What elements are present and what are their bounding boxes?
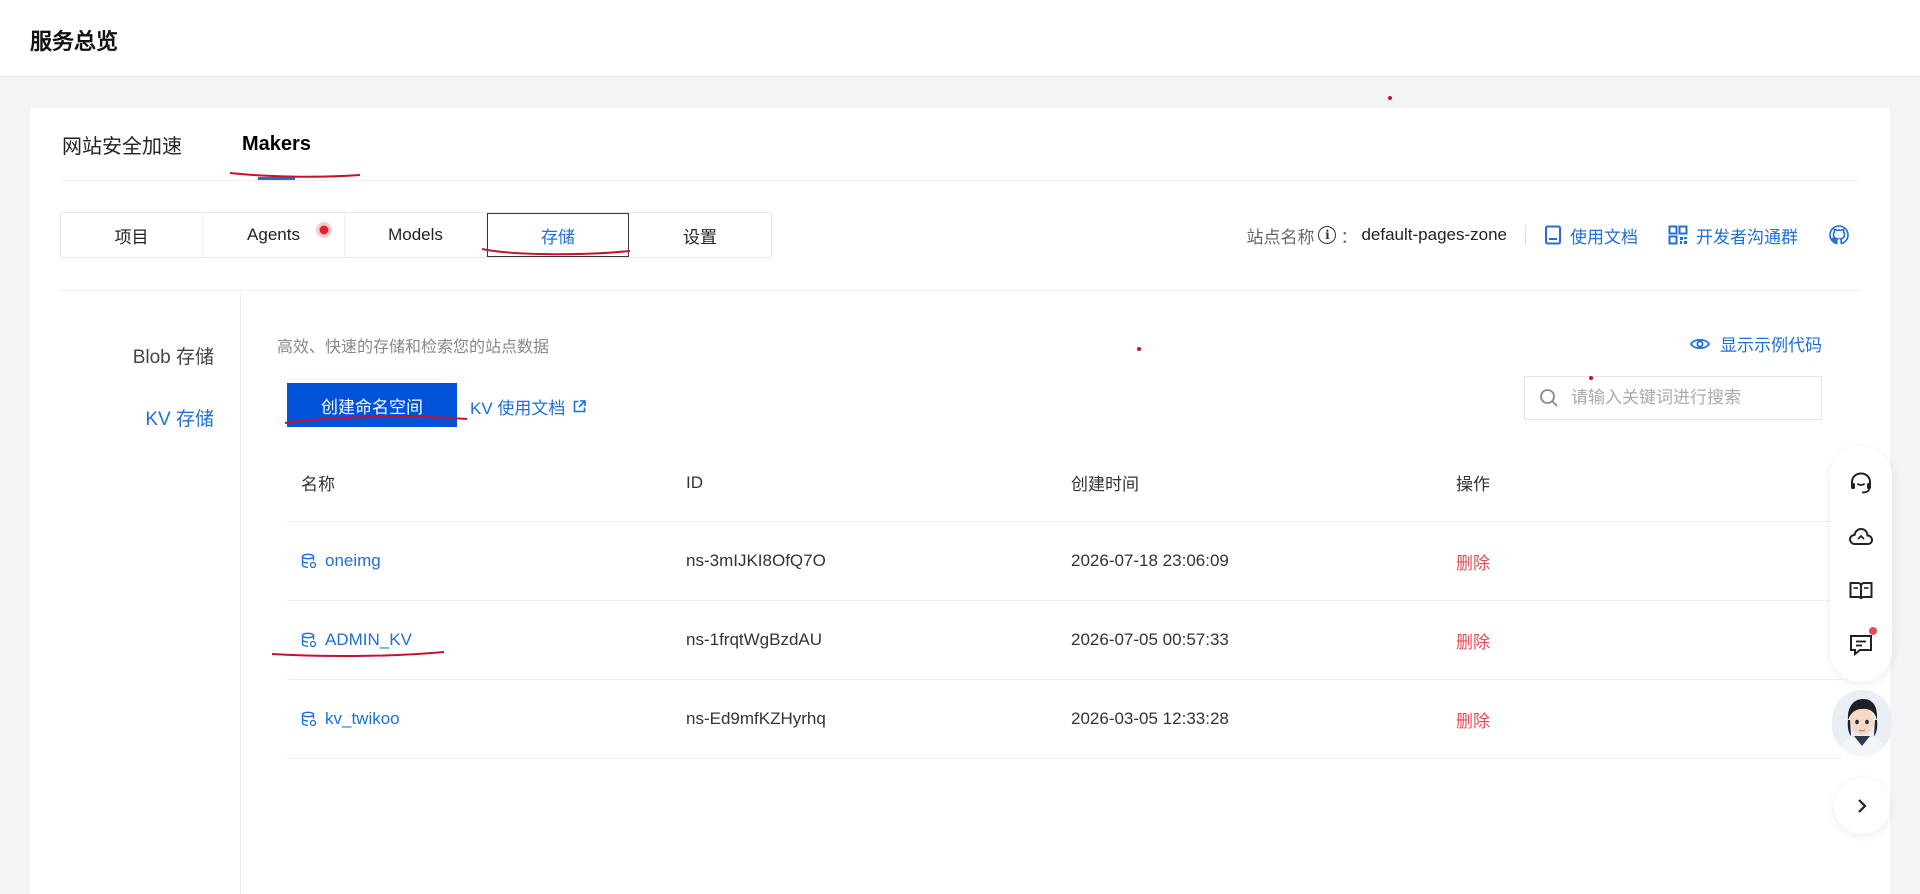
name-cell: kv_twikoo — [287, 709, 672, 729]
actions-cell: 删除 — [1442, 549, 1842, 574]
notification-dot — [1869, 627, 1877, 635]
chevron-right-icon — [1858, 799, 1867, 813]
header-id: ID — [686, 472, 703, 492]
created-time: 2026-03-05 12:33:28 — [1071, 709, 1229, 728]
customer-service-button[interactable] — [1841, 463, 1881, 503]
delete-link[interactable]: 删除 — [1456, 633, 1490, 652]
sidebar-divider — [240, 291, 241, 894]
message-icon — [1850, 635, 1872, 657]
main-card: 网站安全加速 Makers 项目 Agents Models 存储 设置 站点名… — [30, 108, 1890, 894]
create-namespace-button[interactable]: 创建命名空间 — [287, 383, 457, 427]
header-name: 名称 — [301, 475, 335, 494]
show-code-label: 显示示例代码 — [1720, 336, 1822, 355]
header-actions: 操作 — [1456, 475, 1490, 494]
namespace-id: ns-Ed9mfKZHyrhq — [686, 709, 826, 728]
toolbar-right: 站点名称 i ： default-pages-zone 使用文档 开发者沟通群 — [1246, 212, 1850, 258]
top-bar: 服务总览 — [0, 0, 1920, 77]
namespace-table: 名称 ID 创建时间 操作 oneimg ns-3mIJKI8OfQ7O 202… — [287, 444, 1842, 759]
dev-group-label: 开发者沟通群 — [1696, 227, 1798, 247]
delete-link[interactable]: 删除 — [1456, 712, 1490, 731]
name-cell: oneimg — [287, 551, 672, 571]
subtab-models[interactable]: Models — [345, 213, 487, 257]
tab-website-security[interactable]: 网站安全加速 — [62, 108, 182, 180]
sub-tabs: 项目 Agents Models 存储 设置 — [60, 212, 772, 258]
headset-icon — [1851, 472, 1871, 494]
namespace-link[interactable]: kv_twikoo — [301, 709, 400, 729]
kv-content: 高效、快速的存储和检索您的站点数据 显示示例代码 创建命名空间 KV 使用文档 … — [277, 291, 1857, 891]
cloud-icon — [1848, 527, 1874, 545]
actions-cell: 删除 — [1442, 628, 1842, 653]
database-icon — [301, 711, 317, 727]
zone-label: 站点名称 — [1246, 227, 1315, 247]
delete-link[interactable]: 删除 — [1456, 554, 1490, 573]
zone-value: default-pages-zone — [1361, 225, 1507, 244]
expand-button[interactable] — [1834, 778, 1890, 834]
table-header: 名称 ID 创建时间 操作 — [287, 444, 1842, 522]
database-icon — [301, 632, 317, 648]
table-row: kv_twikoo ns-Ed9mfKZHyrhq 2026-03-05 12:… — [287, 680, 1842, 759]
annotation-dot — [1388, 96, 1392, 100]
table-row: ADMIN_KV ns-1frqtWgBzdAU 2026-07-05 00:5… — [287, 601, 1842, 680]
search-box — [1524, 376, 1822, 420]
toolbar-separator — [1525, 225, 1526, 245]
tabs-divider — [60, 180, 1860, 181]
cloud-button[interactable] — [1841, 517, 1881, 557]
namespace-link[interactable]: ADMIN_KV — [301, 630, 412, 650]
page-title: 服务总览 — [30, 29, 119, 54]
created-time: 2026-07-05 00:57:33 — [1071, 630, 1229, 649]
subtab-storage[interactable]: 存储 — [487, 213, 629, 257]
qrcode-icon — [1668, 225, 1688, 245]
database-icon — [301, 553, 317, 569]
dev-group-link[interactable]: 开发者沟通群 — [1668, 223, 1798, 248]
namespace-name: oneimg — [325, 551, 381, 570]
docs-link[interactable]: 使用文档 — [1544, 223, 1638, 248]
namespace-id: ns-3mIJKI8OfQ7O — [686, 551, 826, 570]
kv-doc-label: KV 使用文档 — [470, 399, 566, 418]
subtab-projects[interactable]: 项目 — [61, 213, 203, 257]
assistant-avatar[interactable] — [1832, 690, 1892, 756]
table-row: oneimg ns-3mIJKI8OfQ7O 2026-07-18 23:06:… — [287, 522, 1842, 601]
feedback-button[interactable] — [1841, 625, 1881, 665]
zone-colon: ： — [1340, 227, 1358, 247]
show-code-link[interactable]: 显示示例代码 — [1690, 331, 1822, 356]
actions-cell: 删除 — [1442, 707, 1842, 732]
docs-button[interactable] — [1841, 571, 1881, 611]
namespace-id: ns-1frqtWgBzdAU — [686, 630, 823, 649]
book-icon — [1545, 225, 1561, 245]
main-tabs: 网站安全加速 Makers — [62, 108, 371, 180]
eye-icon — [1690, 338, 1710, 349]
search-input[interactable] — [1571, 388, 1801, 408]
subtab-settings[interactable]: 设置 — [629, 213, 771, 257]
external-link-icon — [574, 400, 587, 413]
sidebar-item-blob[interactable]: Blob 存储 — [60, 324, 240, 386]
info-icon[interactable]: i — [1318, 226, 1337, 244]
subtab-agents[interactable]: Agents — [203, 213, 345, 257]
floating-toolbar — [1830, 446, 1892, 682]
header-created: 创建时间 — [1071, 475, 1139, 494]
search-icon — [1540, 389, 1558, 407]
kv-doc-link[interactable]: KV 使用文档 — [470, 394, 587, 419]
tab-makers[interactable]: Makers — [242, 108, 311, 180]
docs-link-label: 使用文档 — [1570, 227, 1638, 247]
open-book-icon — [1849, 582, 1873, 600]
namespace-link[interactable]: oneimg — [301, 551, 381, 571]
kv-description: 高效、快速的存储和检索您的站点数据 — [277, 339, 550, 356]
github-icon[interactable] — [1828, 224, 1850, 246]
namespace-name: kv_twikoo — [325, 709, 400, 728]
sidebar-item-kv[interactable]: KV 存储 — [60, 386, 240, 448]
name-cell: ADMIN_KV — [287, 630, 672, 650]
created-time: 2026-07-18 23:06:09 — [1071, 551, 1229, 570]
namespace-name: ADMIN_KV — [325, 630, 412, 649]
storage-sidebar: Blob 存储 KV 存储 — [60, 324, 240, 448]
